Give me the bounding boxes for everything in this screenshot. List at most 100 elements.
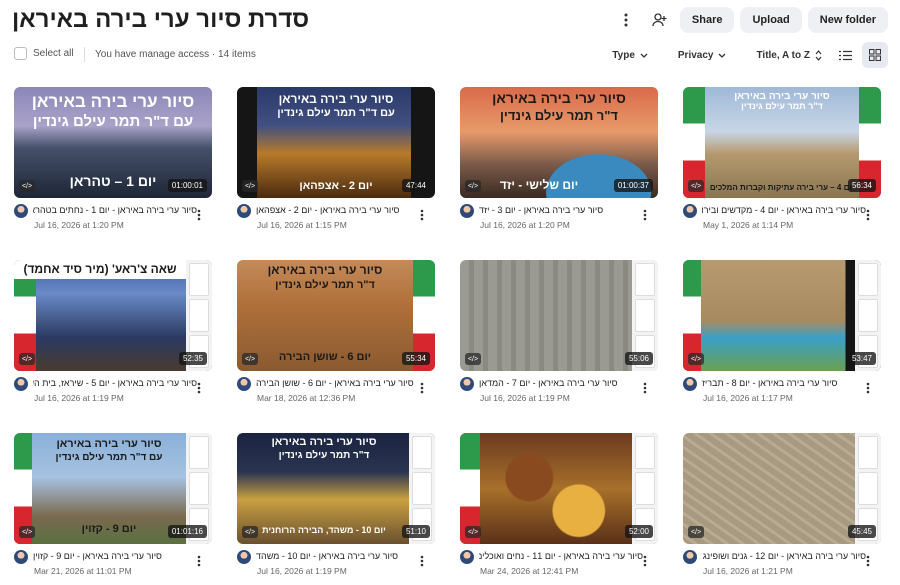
video-duration: 01:00:37 <box>613 179 653 192</box>
video-title[interactable]: סיור ערי בירה באיראן - יום 5 - שיראז, בי… <box>33 378 197 388</box>
video-title[interactable]: סיור ערי בירה באיראן - יום 6 - שושן הביר… <box>256 378 420 388</box>
video-duration: 52:00 <box>624 525 653 538</box>
video-card[interactable]: סיור ערי בירה באיראן עם ד"ר תמר עילם גינ… <box>14 433 212 583</box>
thumbnail-caption: יום 4 – ערי בירה עתיקות וקברות המלכים <box>709 184 854 192</box>
toolbar-divider <box>84 47 85 62</box>
thumbnail-caption: יום 10 - משהד, הבירה הרוחנית <box>262 526 386 535</box>
video-more-button[interactable] <box>415 206 429 224</box>
avatar <box>683 377 697 391</box>
video-title[interactable]: סיור ערי בירה באיראן - יום 11 - נחים ואו… <box>479 551 643 561</box>
more-vertical-icon <box>643 382 647 394</box>
video-duration: 55:06 <box>624 352 653 365</box>
video-thumbnail[interactable]: סיור ערי בירה באיראן ד"ר תמר עילם גינדין… <box>237 260 435 371</box>
grid-view-button[interactable] <box>862 42 888 68</box>
thumbnail-subtitle: ד"ר תמר עילם גינדין <box>500 109 618 123</box>
video-date: Jul 16, 2026 at 1:19 PM <box>480 393 570 403</box>
thumbnail-caption: יום 9 - קזוין <box>81 523 137 535</box>
video-thumbnail[interactable]: סיור ערי בירה באיראן ד"ר תמר עילם גינדין… <box>683 87 881 198</box>
thumbnail-title: סיור ערי בירה באיראן <box>31 93 195 111</box>
video-card[interactable]: סיור ערי בירה באיראן ד"ר תמר עילם גינדין… <box>237 260 435 410</box>
video-date: Jul 16, 2026 at 1:20 PM <box>34 220 124 230</box>
thumbnail-title: סיור ערי בירה באיראן <box>734 91 830 102</box>
video-card[interactable]: שאה צ'ראע' (מיר סיד אחמד) </> 52:35 סיור… <box>14 260 212 410</box>
video-thumbnail[interactable]: </> 52:00 <box>460 433 658 544</box>
more-vertical-icon <box>624 13 628 27</box>
video-thumbnail[interactable]: סיור ערי בירה באיראן עם ד"ר תמר עילם גינ… <box>14 433 212 544</box>
embed-icon: </> <box>465 180 481 192</box>
video-card[interactable]: </> 45:45 סיור ערי בירה באיראן - יום 12 … <box>683 433 881 583</box>
chevron-down-icon <box>719 53 726 58</box>
video-card[interactable]: סיור ערי בירה באיראן ד"ר תמר עילם גינדין… <box>683 87 881 237</box>
video-more-button[interactable] <box>192 206 206 224</box>
upload-button[interactable]: Upload <box>740 7 802 33</box>
list-view-button[interactable] <box>832 42 858 68</box>
video-title[interactable]: סיור ערי בירה באיראן - יום 8 - תבריז <box>702 378 866 388</box>
embed-icon: </> <box>242 526 258 538</box>
more-options-button[interactable] <box>612 7 640 33</box>
thumbnail-subtitle: עם ד"ר תמר עילם גינדין <box>277 107 395 119</box>
thumbnail-title: סיור ערי בירה באיראן <box>271 436 377 448</box>
video-date: Jul 16, 2026 at 1:21 PM <box>703 566 793 576</box>
video-title[interactable]: סיור ערי בירה באיראן - יום 4 - מקדשים וב… <box>702 205 866 215</box>
video-title[interactable]: סיור ערי בירה באיראן - יום 7 - המדאן <box>479 378 643 388</box>
more-vertical-icon <box>866 209 870 221</box>
video-thumbnail[interactable]: </> 45:45 <box>683 433 881 544</box>
video-more-button[interactable] <box>638 552 652 570</box>
video-thumbnail[interactable]: סיור ערי בירה באיראן ד"ר תמר עילם גינדין… <box>237 433 435 544</box>
video-date: May 1, 2026 at 1:14 PM <box>703 220 794 230</box>
avatar <box>14 377 28 391</box>
video-more-button[interactable] <box>638 206 652 224</box>
more-vertical-icon <box>197 555 201 567</box>
privacy-filter[interactable]: Privacy <box>678 50 727 61</box>
video-date: Jul 16, 2026 at 1:20 PM <box>480 220 570 230</box>
video-card[interactable]: סיור ערי בירה באיראן עם ד"ר תמר עילם גינ… <box>14 87 212 237</box>
video-card[interactable]: </> 55:06 סיור ערי בירה באיראן - יום 7 -… <box>460 260 658 410</box>
video-thumbnail[interactable]: סיור ערי בירה באיראן עם ד"ר תמר עילם גינ… <box>14 87 212 198</box>
video-more-button[interactable] <box>192 379 206 397</box>
embed-icon: </> <box>19 180 35 192</box>
video-title[interactable]: סיור ערי בירה באיראן - יום 3 - יזד <box>479 205 643 215</box>
video-more-button[interactable] <box>415 552 429 570</box>
video-thumbnail[interactable]: שאה צ'ראע' (מיר סיד אחמד) </> 52:35 <box>14 260 212 371</box>
video-more-button[interactable] <box>415 379 429 397</box>
video-card[interactable]: </> 53:47 סיור ערי בירה באיראן - יום 8 -… <box>683 260 881 410</box>
new-folder-button[interactable]: New folder <box>807 7 888 33</box>
add-people-button[interactable] <box>646 7 674 33</box>
embed-icon: </> <box>19 526 35 538</box>
sort-control[interactable]: Title, A to Z <box>756 50 822 61</box>
type-filter[interactable]: Type <box>612 50 648 61</box>
avatar <box>237 377 251 391</box>
video-title[interactable]: סיור ערי בירה באיראן - יום 12 - גנים ושו… <box>702 551 866 561</box>
video-more-button[interactable] <box>861 552 875 570</box>
sort-arrows-icon <box>815 49 822 61</box>
thumbnail-title: סיור ערי בירה באיראן <box>56 438 162 450</box>
more-vertical-icon <box>197 209 201 221</box>
avatar <box>460 550 474 564</box>
avatar <box>237 550 251 564</box>
video-duration: 47:44 <box>401 179 430 192</box>
video-title[interactable]: סיור ערי בירה באיראן - יום 2 - אצפהאן <box>256 205 420 215</box>
video-more-button[interactable] <box>861 206 875 224</box>
video-more-button[interactable] <box>192 552 206 570</box>
video-thumbnail[interactable]: </> 55:06 <box>460 260 658 371</box>
video-title[interactable]: סיור ערי בירה באיראן - יום 10 - משהד <box>256 551 420 561</box>
video-thumbnail[interactable]: </> 53:47 <box>683 260 881 371</box>
video-thumbnail[interactable]: סיור ערי בירה באיראן ד"ר תמר עילם גינדין… <box>460 87 658 198</box>
video-duration: 45:45 <box>847 525 876 538</box>
video-card[interactable]: סיור ערי בירה באיראן ד"ר תמר עילם גינדין… <box>237 433 435 583</box>
video-card[interactable]: סיור ערי בירה באיראן עם ד"ר תמר עילם גינ… <box>237 87 435 237</box>
video-thumbnail[interactable]: סיור ערי בירה באיראן עם ד"ר תמר עילם גינ… <box>237 87 435 198</box>
video-card[interactable]: </> 52:00 סיור ערי בירה באיראן - יום 11 … <box>460 433 658 583</box>
video-duration: 56:34 <box>847 179 876 192</box>
video-title[interactable]: סיור ערי בירה באיראן - יום 1 - נחתים בטה… <box>33 205 197 215</box>
video-title[interactable]: סיור ערי בירה באיראן - יום 9 - קזוין <box>33 551 197 561</box>
select-all[interactable]: Select all <box>14 47 74 60</box>
thumbnail-title: שאה צ'ראע' (מיר סיד אחמד) <box>14 260 186 280</box>
select-all-checkbox[interactable] <box>14 47 27 60</box>
video-card[interactable]: סיור ערי בירה באיראן ד"ר תמר עילם גינדין… <box>460 87 658 237</box>
embed-icon: </> <box>688 526 704 538</box>
share-button[interactable]: Share <box>679 7 735 33</box>
video-more-button[interactable] <box>861 379 875 397</box>
video-more-button[interactable] <box>638 379 652 397</box>
video-date: Mar 21, 2026 at 11:01 PM <box>34 566 132 576</box>
